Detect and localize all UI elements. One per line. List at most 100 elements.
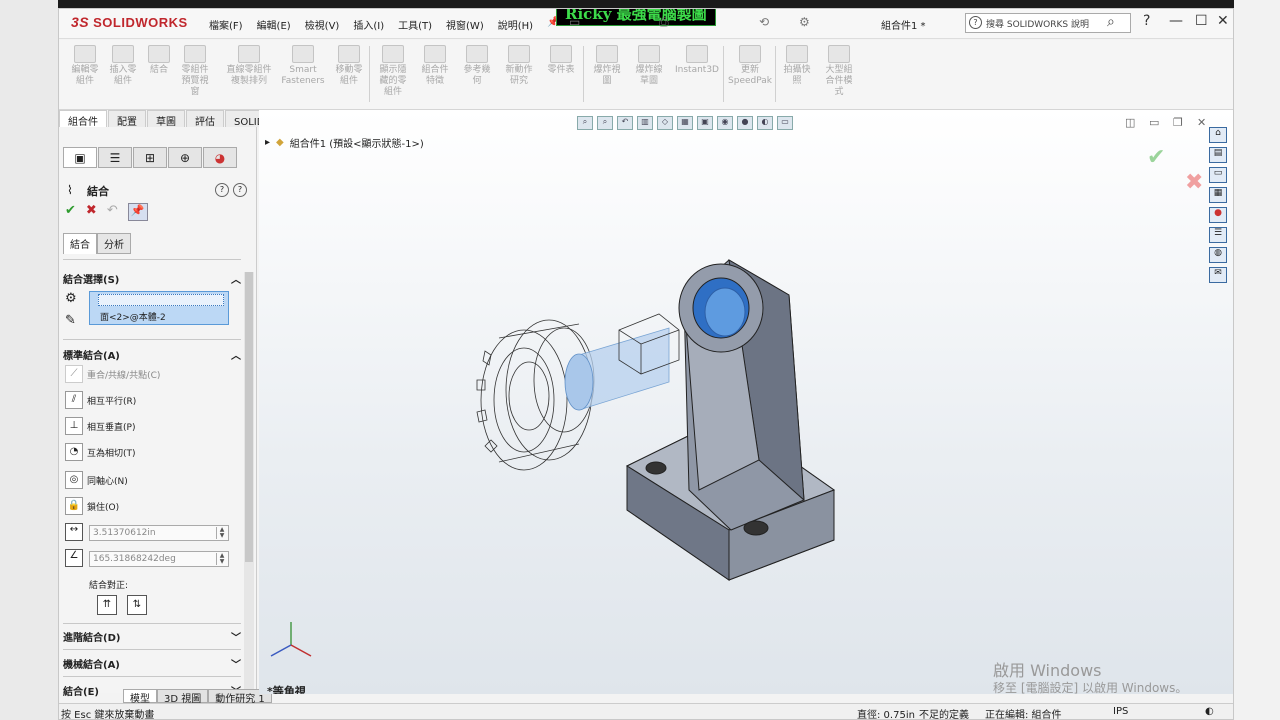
menu-window[interactable]: 視窗(W) [446, 17, 484, 32]
discussion-icon[interactable]: ✉ [1209, 267, 1227, 283]
feature-manager-tab-icon[interactable]: ▣ [63, 147, 97, 168]
property-manager-tab-icon[interactable]: ☰ [98, 147, 132, 168]
mate-lock[interactable]: 🔒 鎖住(O) [65, 497, 119, 515]
smart-fasteners-button[interactable]: Smart Fasteners [281, 42, 325, 87]
file-explorer-icon[interactable]: ▭ [1209, 167, 1227, 183]
activate-windows-title: 啟用 Windows [993, 661, 1102, 680]
solidworks-forum-icon[interactable]: ◍ [1209, 247, 1227, 263]
menu-insert[interactable]: 插入(I) [353, 17, 384, 32]
tab-assembly[interactable]: 組合件 [59, 110, 107, 128]
view-palette-icon[interactable]: ▦ [1209, 187, 1227, 203]
tab-3d-views[interactable]: 3D 視圖 [157, 689, 209, 705]
distance-icon[interactable]: ↔ [65, 523, 83, 541]
bom-button[interactable]: 零件表 [539, 42, 583, 76]
mate-parallel[interactable]: ⫽ 相互平行(R) [65, 391, 136, 409]
print-icon[interactable]: ⎙ [659, 15, 669, 30]
instant3d-button[interactable]: Instant3D [671, 42, 723, 76]
tab-sketch[interactable]: 草圖 [147, 110, 185, 128]
property-manager-panel: ▣ ☰ ⊞ ⊕ ◕ ⌇ 結合 ? ? ✔ ✖ ↶ 📌 結合 分析 結合選擇(S)… [59, 127, 257, 698]
ok-checkmark-icon[interactable]: ✔ [65, 203, 76, 221]
collapse-chevron-icon: ︿ [231, 275, 241, 286]
undo-icon[interactable]: ↶ [107, 203, 118, 221]
insert-component-icon [112, 45, 134, 63]
maximize-icon[interactable]: ☐ [1195, 13, 1208, 29]
aligned-icon[interactable]: ⇈ [97, 595, 117, 615]
distance-spinner[interactable]: ▲ ▼ [216, 527, 227, 539]
divider [63, 649, 241, 650]
mate-concentric[interactable]: ◎ 同軸心(N) [65, 471, 128, 489]
menu-view[interactable]: 檢視(V) [305, 17, 340, 32]
tab-evaluate[interactable]: 評估 [186, 110, 224, 128]
mate-tangent[interactable]: ◔ 互為相切(T) [65, 443, 136, 461]
status-definition: 不足的定義 [919, 710, 969, 720]
component-preview-button[interactable]: 零組件 預覽視 窗 [173, 42, 217, 98]
move-component-button[interactable]: 移動零 組件 [327, 42, 371, 87]
expand-chevron-icon: ﹀ [231, 633, 241, 644]
configuration-manager-tab-icon[interactable]: ⊞ [133, 147, 167, 168]
options-gear-icon[interactable]: ⚙ [799, 15, 810, 29]
solidworks-logo[interactable]: 3S SOLIDWORKS [71, 14, 188, 30]
menu-edit[interactable]: 編輯(E) [257, 17, 291, 32]
desktop-top-strip [0, 0, 1280, 8]
exploded-view-button[interactable]: 爆炸視 圖 [585, 42, 629, 87]
angle-icon[interactable]: ∠ [65, 549, 83, 567]
desktop-left-strip [0, 0, 58, 720]
status-expand-icon[interactable]: ◐ [1205, 706, 1214, 717]
tab-configuration[interactable]: 配置 [108, 110, 146, 128]
task-pane-tabs: ⌂ ▤ ▭ ▦ ● ☰ ◍ ✉ [1209, 127, 1231, 283]
selected-face-item[interactable]: 面<2>@本體-2 [100, 310, 166, 323]
linear-pattern-button[interactable]: 直線零組件 複製排列 [219, 42, 279, 87]
graphics-area[interactable]: ▸ ◆ 組合件1 (預設<顯示狀態-1>) ⌕ ⌕ ↶ ▥ ◇ ▦ ▣ ◉ ● … [259, 110, 1233, 694]
appearances-icon[interactable]: ● [1209, 207, 1227, 223]
large-assembly-mode-button[interactable]: 大型組 合件模 式 [817, 42, 861, 98]
take-snapshot-button[interactable]: 拍攝快 照 [775, 42, 819, 87]
update-speedpak-button[interactable]: 更新 SpeedPak [725, 42, 775, 87]
subtab-mates[interactable]: 結合 [63, 233, 97, 254]
reference-geometry-button[interactable]: 參考幾 何 [455, 42, 499, 87]
advanced-mates-header[interactable]: 進階結合(D) ﹀ [63, 629, 241, 644]
standard-mates-header[interactable]: 標準結合(A) ︿ [63, 347, 241, 362]
distance-input[interactable]: 3.51370612in ▲ ▼ [89, 525, 229, 541]
menu-tools[interactable]: 工具(T) [398, 17, 432, 32]
close-icon[interactable]: ✕ [1217, 13, 1229, 29]
angle-spinner[interactable]: ▲ ▼ [216, 553, 227, 565]
info-icon[interactable]: ? [233, 183, 247, 197]
solidworks-window: 3S SOLIDWORKS 檔案(F) 編輯(E) 檢視(V) 插入(I) 工具… [58, 8, 1234, 720]
resources-icon[interactable]: ▤ [1209, 147, 1227, 163]
explode-line-sketch-button[interactable]: 爆炸線 草圖 [627, 42, 671, 87]
activate-windows-subtitle: 移至 [電腦設定] 以啟用 Windows。 [993, 681, 1188, 694]
anti-aligned-icon[interactable]: ⇅ [127, 595, 147, 615]
new-document-icon[interactable]: ▭ [569, 15, 580, 29]
mate-coincident[interactable]: ⟋ 重合/共線/共點(C) [65, 365, 160, 383]
show-hidden-button[interactable]: 顯示隱 藏的零 組件 [371, 42, 415, 98]
keep-visible-pin-icon[interactable]: 📌 [127, 203, 148, 221]
assembly-features-button[interactable]: 組合件 特徵 [413, 42, 457, 87]
help-icon[interactable]: ? [1143, 13, 1150, 29]
subtab-analysis[interactable]: 分析 [97, 233, 131, 254]
rebuild-icon[interactable]: ⟲ [759, 15, 769, 29]
menu-file[interactable]: 檔案(F) [209, 17, 243, 32]
cancel-x-icon[interactable]: ✖ [86, 203, 97, 221]
dimxpert-tab-icon[interactable]: ⊕ [168, 147, 202, 168]
mate-selection-header[interactable]: 結合選擇(S) ︿ [63, 271, 241, 286]
display-manager-tab-icon[interactable]: ◕ [203, 147, 237, 168]
scrollbar-thumb[interactable] [245, 272, 253, 562]
menu-help[interactable]: 說明(H) [498, 17, 533, 32]
panel-scrollbar[interactable] [244, 272, 254, 690]
help-icon[interactable]: ? [215, 183, 229, 197]
units-selector[interactable]: IPS [1113, 706, 1128, 717]
tab-model[interactable]: 模型 [123, 689, 157, 705]
search-icon[interactable]: ⌕ [1107, 14, 1115, 30]
collapse-chevron-icon: ︿ [231, 351, 241, 362]
lock-icon: 🔒 [65, 497, 83, 515]
exploded-view-icon [596, 45, 618, 63]
mechanical-mates-header[interactable]: 機械結合(A) ﹀ [63, 656, 241, 671]
mate-perpendicular[interactable]: ⊥ 相互垂直(P) [65, 417, 135, 435]
minimize-icon[interactable]: — [1169, 13, 1183, 29]
new-motion-study-button[interactable]: 新動作 研究 [497, 42, 541, 87]
mate-selection-list[interactable]: 面<2>@本體-2 [89, 291, 229, 325]
home-icon[interactable]: ⌂ [1209, 127, 1227, 143]
selection-slot[interactable] [98, 294, 224, 306]
custom-properties-icon[interactable]: ☰ [1209, 227, 1227, 243]
angle-input[interactable]: 165.31868242deg ▲ ▼ [89, 551, 229, 567]
